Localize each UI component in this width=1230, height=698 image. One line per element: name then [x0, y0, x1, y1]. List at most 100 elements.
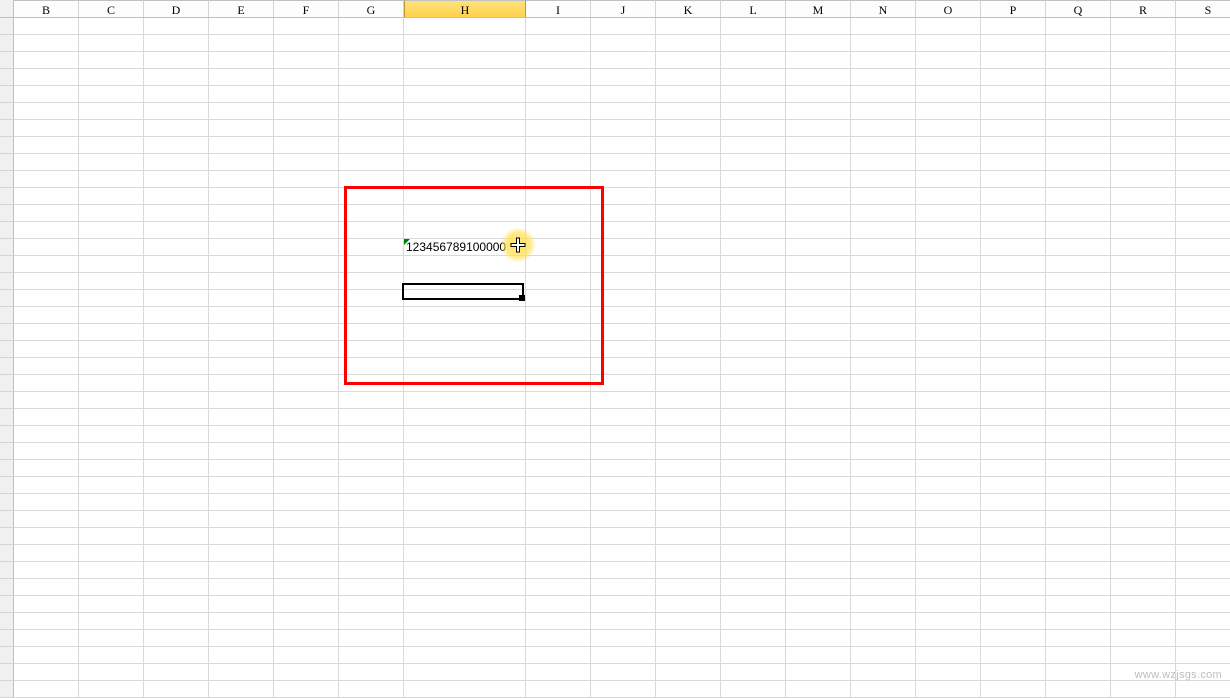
cell[interactable]	[209, 120, 274, 137]
cell[interactable]	[274, 596, 339, 613]
grid[interactable]: 123456789100000	[0, 18, 1230, 698]
cell[interactable]	[79, 409, 144, 426]
cell[interactable]	[274, 324, 339, 341]
cell[interactable]	[981, 579, 1046, 596]
cell[interactable]	[1111, 681, 1176, 698]
cell[interactable]	[1111, 528, 1176, 545]
cell[interactable]	[404, 477, 526, 494]
cell[interactable]	[851, 511, 916, 528]
cell[interactable]	[14, 222, 79, 239]
cell[interactable]	[721, 35, 786, 52]
cell[interactable]	[1046, 409, 1111, 426]
cell[interactable]	[14, 596, 79, 613]
cell[interactable]	[981, 273, 1046, 290]
cell[interactable]	[656, 647, 721, 664]
cell[interactable]	[404, 69, 526, 86]
cell[interactable]	[721, 273, 786, 290]
cell[interactable]	[786, 256, 851, 273]
cell[interactable]	[916, 86, 981, 103]
cell[interactable]	[339, 188, 404, 205]
cell[interactable]	[1046, 35, 1111, 52]
cell[interactable]	[144, 154, 209, 171]
cell[interactable]	[916, 664, 981, 681]
cell[interactable]	[1176, 307, 1230, 324]
cell[interactable]	[1176, 579, 1230, 596]
cell[interactable]	[274, 443, 339, 460]
cell[interactable]	[1046, 103, 1111, 120]
cell[interactable]	[786, 35, 851, 52]
cell[interactable]	[339, 239, 404, 256]
cell[interactable]	[851, 171, 916, 188]
cell[interactable]	[209, 239, 274, 256]
cell[interactable]	[144, 341, 209, 358]
cell[interactable]	[144, 596, 209, 613]
cell[interactable]	[591, 579, 656, 596]
cell[interactable]	[656, 35, 721, 52]
cell[interactable]	[981, 205, 1046, 222]
cell[interactable]	[526, 307, 591, 324]
cell[interactable]	[786, 222, 851, 239]
cell[interactable]	[1111, 579, 1176, 596]
cell[interactable]	[274, 341, 339, 358]
cell[interactable]	[656, 18, 721, 35]
cell[interactable]	[1176, 52, 1230, 69]
col-header-E[interactable]: E	[209, 0, 274, 17]
cell[interactable]	[786, 545, 851, 562]
cell[interactable]	[721, 120, 786, 137]
cell[interactable]	[209, 307, 274, 324]
cell[interactable]	[404, 460, 526, 477]
cell[interactable]	[209, 256, 274, 273]
cell[interactable]	[339, 171, 404, 188]
cell[interactable]	[916, 307, 981, 324]
cell[interactable]	[14, 358, 79, 375]
cell[interactable]	[1046, 52, 1111, 69]
cell[interactable]	[1046, 443, 1111, 460]
cell[interactable]	[14, 239, 79, 256]
cell[interactable]	[209, 324, 274, 341]
cell[interactable]	[1046, 86, 1111, 103]
cell[interactable]	[144, 545, 209, 562]
cell[interactable]	[786, 375, 851, 392]
cell[interactable]	[1176, 86, 1230, 103]
cell[interactable]	[1111, 137, 1176, 154]
cell[interactable]	[656, 596, 721, 613]
cell[interactable]	[209, 18, 274, 35]
cell[interactable]	[209, 579, 274, 596]
cell[interactable]	[144, 205, 209, 222]
cell[interactable]	[916, 324, 981, 341]
cell[interactable]	[14, 205, 79, 222]
col-header-N[interactable]: N	[851, 0, 916, 17]
cell[interactable]	[591, 120, 656, 137]
row-header[interactable]	[0, 154, 14, 171]
cell[interactable]	[851, 324, 916, 341]
cell[interactable]	[526, 18, 591, 35]
cell[interactable]	[591, 69, 656, 86]
cell[interactable]	[916, 69, 981, 86]
cell[interactable]	[526, 171, 591, 188]
cell[interactable]	[1176, 358, 1230, 375]
cell[interactable]	[339, 647, 404, 664]
cell[interactable]	[274, 664, 339, 681]
cell[interactable]	[404, 341, 526, 358]
cell[interactable]	[1176, 103, 1230, 120]
cell[interactable]	[591, 18, 656, 35]
cell[interactable]	[656, 290, 721, 307]
cell[interactable]	[274, 494, 339, 511]
cell[interactable]	[274, 630, 339, 647]
cell[interactable]	[721, 307, 786, 324]
cell[interactable]	[209, 613, 274, 630]
cell[interactable]	[404, 511, 526, 528]
cell[interactable]	[1046, 256, 1111, 273]
cell[interactable]	[981, 290, 1046, 307]
cell[interactable]	[981, 188, 1046, 205]
cell[interactable]	[656, 103, 721, 120]
cell[interactable]	[404, 35, 526, 52]
cell[interactable]	[404, 307, 526, 324]
cell[interactable]	[981, 239, 1046, 256]
cell[interactable]	[786, 324, 851, 341]
cell[interactable]	[526, 375, 591, 392]
cell[interactable]	[1046, 188, 1111, 205]
cell[interactable]	[1111, 324, 1176, 341]
cell[interactable]	[274, 528, 339, 545]
cell[interactable]	[79, 239, 144, 256]
